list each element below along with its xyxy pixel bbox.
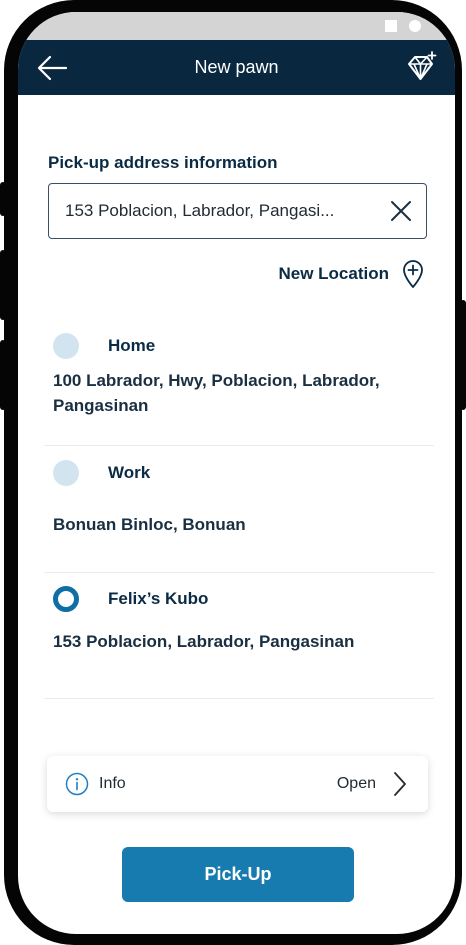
pickup-section-label: Pick-up address information xyxy=(48,153,278,172)
phone-frame: New pawn Pick-up address information 153… xyxy=(4,0,462,945)
status-dot-icon xyxy=(409,20,421,32)
info-card[interactable]: Info Open xyxy=(47,756,428,812)
location-name: Work xyxy=(108,463,151,482)
volume-up-button xyxy=(0,250,6,320)
app-header: New pawn xyxy=(18,40,455,95)
radio-unselected-icon[interactable] xyxy=(53,460,79,486)
location-item-felixs-kubo[interactable]: Felix’s Kubo 153 Poblacion, Labrador, Pa… xyxy=(44,573,434,699)
page-title: New pawn xyxy=(194,57,279,77)
location-item-home[interactable]: Home 100 Labrador, Hwy, Poblacion, Labra… xyxy=(44,320,434,446)
chevron-right-icon[interactable] xyxy=(392,770,408,798)
address-input[interactable] xyxy=(65,184,365,237)
status-square-icon xyxy=(385,20,397,32)
location-address: 100 Labrador, Hwy, Poblacion, Labrador, … xyxy=(53,371,380,415)
power-button xyxy=(460,300,466,410)
location-address: 153 Poblacion, Labrador, Pangasinan xyxy=(53,632,355,651)
close-icon xyxy=(391,201,411,221)
pickup-button[interactable]: Pick-Up xyxy=(122,847,354,902)
diamond-plus-icon xyxy=(408,51,437,80)
location-item-work[interactable]: Work Bonuan Binloc, Bonuan xyxy=(44,447,434,573)
side-button xyxy=(0,182,6,216)
status-bar xyxy=(18,12,455,40)
radio-unselected-icon[interactable] xyxy=(53,333,79,359)
location-name: Felix’s Kubo xyxy=(108,589,209,608)
open-label[interactable]: Open xyxy=(337,775,376,793)
new-location-label: New Location xyxy=(278,264,389,283)
volume-down-button xyxy=(0,340,6,410)
new-location-button[interactable]: New Location xyxy=(278,259,425,289)
diamond-button[interactable] xyxy=(405,50,437,84)
main-content: Pick-up address information New Location xyxy=(18,95,455,934)
info-icon xyxy=(65,772,89,796)
clear-address-button[interactable] xyxy=(388,198,414,224)
location-name: Home xyxy=(108,336,156,355)
info-label: Info xyxy=(99,775,126,792)
location-address: Bonuan Binloc, Bonuan xyxy=(53,515,246,534)
screen: New pawn Pick-up address information 153… xyxy=(18,12,455,934)
add-location-pin-icon xyxy=(403,260,423,288)
address-field[interactable] xyxy=(48,183,427,239)
radio-selected-icon[interactable] xyxy=(53,586,79,612)
